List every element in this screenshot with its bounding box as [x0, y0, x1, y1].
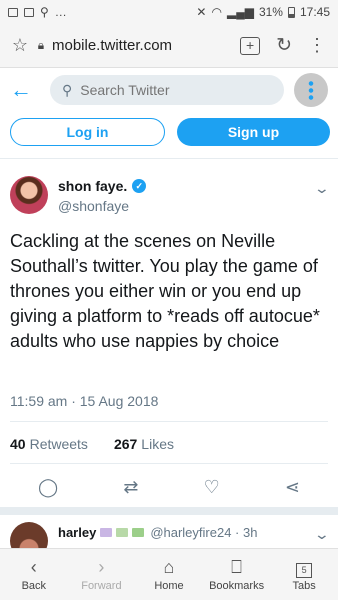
emoji-icon [116, 528, 129, 537]
emoji-icon [100, 528, 113, 537]
next-author-name: harley [58, 525, 97, 540]
tweet-text: Cackling at the scenes on Neville Southa… [10, 231, 320, 351]
like-icon[interactable]: ♡ [204, 477, 220, 498]
retweets-count: 40 [10, 436, 26, 452]
more-dots-icon [308, 80, 314, 100]
forward-button[interactable]: › Forward [68, 549, 136, 600]
new-tab-icon[interactable]: + [240, 36, 261, 55]
author-name-text: shon faye. [58, 178, 128, 194]
battery-icon [287, 6, 295, 18]
tabs-count: 5 [296, 563, 313, 578]
tweet-stats: 40 Retweets 267 Likes [10, 436, 174, 452]
search-icon: ⚲ [62, 81, 73, 98]
browser-toolbar: ☆ 🔒︎ mobile.twitter.com + ↻ ⋮ [0, 24, 338, 68]
tabs-label: Tabs [292, 580, 316, 592]
bookmarks-icon: ⎕ [231, 557, 242, 577]
reply-icon[interactable]: ◯ [38, 477, 58, 498]
browser-bottom-bar: ‹ Back › Forward ⌂ Home ⎕ Bookmarks 5 Ta… [0, 548, 338, 600]
battery-percent: 31% [258, 5, 283, 19]
url-field[interactable]: mobile.twitter.com [52, 37, 172, 54]
retweet-icon[interactable]: ⇄ [123, 477, 138, 498]
lock-icon: 🔒︎ [37, 38, 45, 52]
chevron-down-icon[interactable]: ⌄ [314, 526, 330, 543]
share-icon[interactable]: ⋖ [285, 477, 300, 498]
wifi-icon: ◠ [211, 5, 222, 19]
divider [10, 463, 328, 464]
next-author-handle: @harleyfire24 · 3h [150, 525, 258, 540]
clock: 17:45 [299, 5, 330, 19]
home-button[interactable]: ⌂ Home [135, 549, 203, 600]
verified-icon: ✓ [132, 179, 147, 193]
login-button[interactable]: Log in [10, 118, 165, 146]
search-box[interactable]: ⚲ [50, 75, 284, 105]
status-right: ✕ ◠ ▂▄▆ 31% 17:45 [196, 5, 330, 19]
gallery-icon [8, 7, 18, 17]
reload-icon[interactable]: ↻ [276, 34, 292, 57]
tweet-author-handle[interactable]: @shonfaye [58, 198, 129, 214]
likes-count: 267 [113, 436, 138, 452]
more-notifications-icon: … [54, 5, 67, 19]
avatar[interactable] [10, 176, 48, 214]
chevron-right-icon: › [98, 557, 105, 577]
menu-dots-icon[interactable]: ⋮ [308, 35, 326, 56]
tabs-icon: 5 [296, 557, 313, 578]
back-button[interactable]: ‹ Back [0, 549, 68, 600]
tweet-timestamp[interactable]: 11:59 am · 15 Aug 2018 [10, 393, 158, 409]
chevron-down-icon[interactable]: ⌄ [314, 180, 330, 197]
browser-actions: + ↻ ⋮ [240, 34, 332, 57]
signal-icon: ▂▄▆ [226, 5, 254, 19]
divider [0, 158, 338, 159]
retweets-label: Retweets [29, 436, 88, 452]
emoji-icon [132, 528, 145, 537]
auth-buttons: Log in Sign up [10, 118, 330, 148]
mute-icon: ✕ [196, 5, 207, 19]
more-options-button[interactable] [294, 73, 328, 107]
usb-icon: ⚲ [40, 5, 49, 19]
status-bar: ⚲ … ✕ ◠ ▂▄▆ 31% 17:45 [0, 0, 338, 24]
home-label: Home [154, 580, 184, 592]
twitter-header: ← ⚲ [0, 68, 338, 112]
tweet-author-name[interactable]: shon faye. ✓ [58, 178, 147, 194]
search-input[interactable] [80, 82, 241, 98]
retweets-stat[interactable]: 40 Retweets [10, 436, 88, 452]
status-left: ⚲ … [8, 5, 67, 19]
next-tweet-header[interactable]: harley @harleyfire24 · 3h [58, 525, 257, 540]
divider [10, 421, 328, 422]
tweet-actions: ◯ ⇄ ♡ ⋖ [10, 477, 328, 498]
section-divider [0, 507, 338, 515]
tabs-button[interactable]: 5 Tabs [270, 549, 338, 600]
signup-button[interactable]: Sign up [177, 118, 330, 146]
likes-label: Likes [141, 436, 174, 452]
back-arrow-icon[interactable]: ← [10, 77, 40, 103]
likes-stat[interactable]: 267 Likes [114, 436, 174, 452]
star-icon[interactable]: ☆ [6, 35, 34, 56]
mail-icon [24, 7, 34, 17]
bookmarks-button[interactable]: ⎕ Bookmarks [203, 549, 271, 600]
home-icon: ⌂ [163, 557, 175, 577]
chevron-left-icon: ‹ [30, 557, 37, 577]
back-label: Back [21, 580, 47, 592]
forward-label: Forward [81, 580, 122, 592]
bookmarks-label: Bookmarks [209, 580, 265, 592]
